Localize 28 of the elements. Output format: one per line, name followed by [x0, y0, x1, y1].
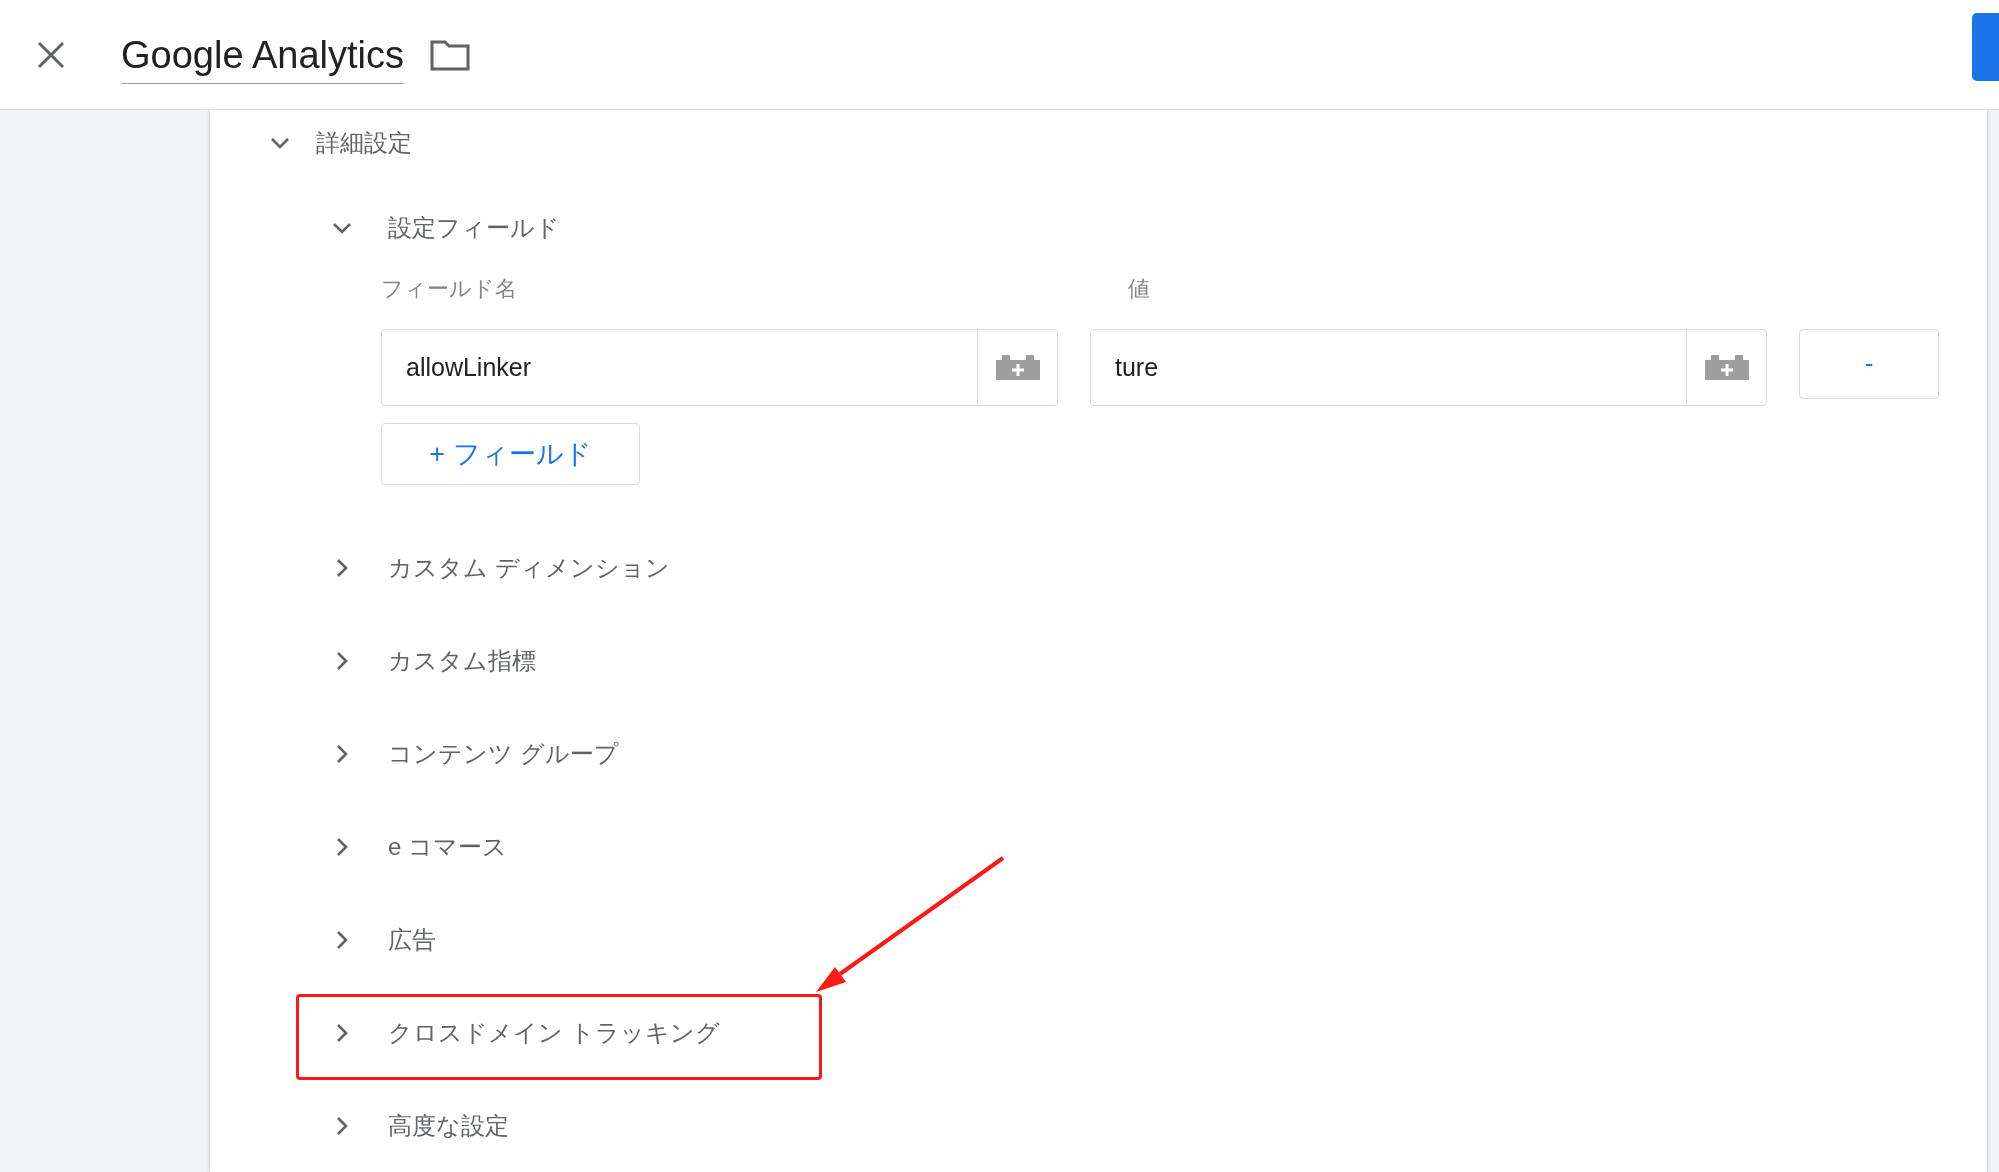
- chevron-down-icon[interactable]: [332, 221, 352, 236]
- folder-icon[interactable]: [430, 38, 471, 71]
- add-field-button[interactable]: + フィールド: [381, 422, 640, 485]
- section-title[interactable]: 設定フィールド: [388, 210, 560, 247]
- chevron-right-icon[interactable]: [335, 557, 349, 578]
- chevron-down-icon[interactable]: [270, 136, 290, 151]
- variable-block-icon[interactable]: [995, 354, 1040, 381]
- section-title[interactable]: コンテンツ グループ: [388, 735, 619, 772]
- section-title[interactable]: e コマース: [388, 828, 507, 865]
- section-title[interactable]: カスタム指標: [388, 642, 536, 679]
- column-label: 値: [1127, 275, 1150, 304]
- column-label: フィールド名: [381, 275, 518, 304]
- section-title[interactable]: 詳細設定: [316, 125, 412, 162]
- tag-name-field[interactable]: Google Analytics: [121, 31, 405, 84]
- input-field[interactable]: allowLinker: [381, 328, 1058, 406]
- section-title[interactable]: 高度な設定: [388, 1107, 509, 1144]
- remove-button[interactable]: -: [1799, 328, 1939, 399]
- chevron-right-icon[interactable]: [335, 929, 349, 950]
- chevron-right-icon[interactable]: [335, 1022, 349, 1043]
- chevron-right-icon[interactable]: [335, 650, 349, 671]
- section-title[interactable]: 広告: [388, 921, 436, 958]
- chevron-right-icon[interactable]: [335, 1115, 349, 1136]
- input-field[interactable]: ture: [1090, 328, 1767, 406]
- variable-block-icon[interactable]: [1704, 354, 1749, 381]
- chevron-right-icon[interactable]: [335, 743, 349, 764]
- section-title[interactable]: クロスドメイン トラッキング: [388, 1014, 720, 1051]
- section-title[interactable]: カスタム ディメンション: [388, 549, 670, 586]
- chevron-right-icon[interactable]: [335, 836, 349, 857]
